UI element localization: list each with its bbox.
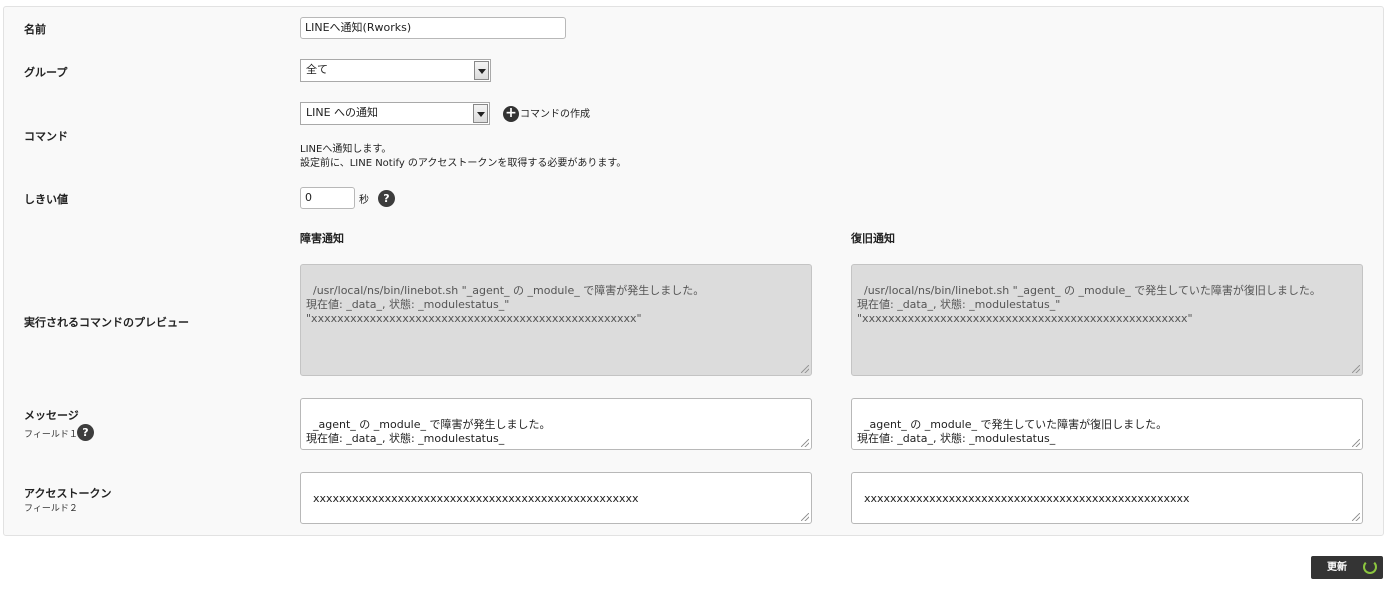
recovery-column-header: 復旧通知 <box>851 232 895 245</box>
token-label: アクセストークン <box>24 487 112 500</box>
command-label: コマンド <box>24 130 68 143</box>
create-command-link[interactable]: コマンドの作成 <box>520 105 590 120</box>
failure-preview-textarea: /usr/local/ns/bin/linebot.sh "_agent_ の … <box>300 264 812 376</box>
resize-grip-icon[interactable] <box>801 513 809 521</box>
chevron-down-icon <box>474 61 489 80</box>
recovery-token-textarea[interactable]: xxxxxxxxxxxxxxxxxxxxxxxxxxxxxxxxxxxxxxxx… <box>851 472 1363 524</box>
resize-grip-icon <box>801 365 809 373</box>
failure-column-header: 障害通知 <box>300 232 344 245</box>
failure-message-text: _agent_ の _module_ で障害が発生しました。 現在値: _dat… <box>306 418 551 445</box>
threshold-label: しきい値 <box>24 193 68 206</box>
threshold-input[interactable]: 0 <box>300 187 355 209</box>
name-input[interactable]: LINEへ通知(Rworks) <box>300 17 566 39</box>
preview-label: 実行されるコマンドのプレビュー <box>24 316 189 329</box>
group-select[interactable]: 全て <box>300 59 491 82</box>
help-icon[interactable]: ? <box>378 190 395 207</box>
threshold-unit: 秒 <box>359 195 369 206</box>
recovery-message-textarea[interactable]: _agent_ の _module_ で発生していた障害が復旧しました。 現在値… <box>851 398 1363 450</box>
group-label: グループ <box>24 66 68 79</box>
plus-circle-icon[interactable]: + <box>503 106 519 122</box>
failure-token-textarea[interactable]: xxxxxxxxxxxxxxxxxxxxxxxxxxxxxxxxxxxxxxxx… <box>300 472 812 524</box>
command-description-line1: LINEへ通知します。 <box>300 144 392 155</box>
command-description-line2: 設定前に、LINE Notify のアクセストークンを取得する必要があります。 <box>300 158 627 169</box>
help-icon[interactable]: ? <box>77 424 94 441</box>
recovery-message-text: _agent_ の _module_ で発生していた障害が復旧しました。 現在値… <box>857 418 1168 445</box>
update-button-label: 更新 <box>1327 562 1347 573</box>
message-sublabel: フィールド１ <box>24 430 78 440</box>
command-select[interactable]: LINE への通知 <box>300 102 490 125</box>
resize-grip-icon[interactable] <box>1352 439 1360 447</box>
failure-token-text: xxxxxxxxxxxxxxxxxxxxxxxxxxxxxxxxxxxxxxxx… <box>313 492 639 505</box>
failure-message-textarea[interactable]: _agent_ の _module_ で障害が発生しました。 現在値: _dat… <box>300 398 812 450</box>
resize-grip-icon[interactable] <box>1352 513 1360 521</box>
command-select-value: LINE への通知 <box>306 106 379 119</box>
name-label: 名前 <box>24 23 46 36</box>
resize-grip-icon <box>1352 365 1360 373</box>
group-select-value: 全て <box>306 63 328 76</box>
recovery-preview-textarea: /usr/local/ns/bin/linebot.sh "_agent_ の … <box>851 264 1363 376</box>
recovery-preview-text: /usr/local/ns/bin/linebot.sh "_agent_ の … <box>857 284 1321 325</box>
message-label: メッセージ <box>24 409 79 422</box>
recovery-token-text: xxxxxxxxxxxxxxxxxxxxxxxxxxxxxxxxxxxxxxxx… <box>864 492 1190 505</box>
refresh-icon <box>1363 560 1377 574</box>
resize-grip-icon[interactable] <box>801 439 809 447</box>
failure-preview-text: /usr/local/ns/bin/linebot.sh "_agent_ の … <box>306 284 705 325</box>
token-sublabel: フィールド２ <box>24 504 78 514</box>
update-button[interactable]: 更新 <box>1311 556 1383 579</box>
chevron-down-icon <box>473 104 488 123</box>
